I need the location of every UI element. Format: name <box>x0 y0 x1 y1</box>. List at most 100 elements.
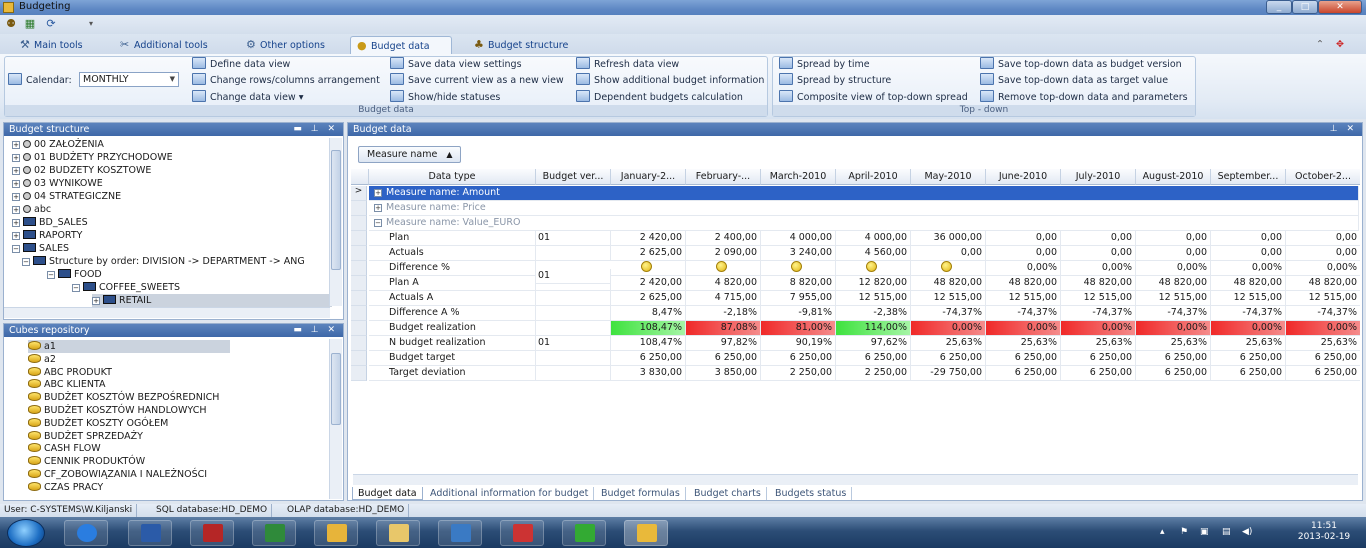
data-cell[interactable]: 6 250,00 <box>611 351 686 366</box>
data-cell[interactable]: 12 820,00 <box>836 276 911 291</box>
data-cell[interactable]: 90,19% <box>761 336 836 351</box>
explorer-taskbar-icon[interactable] <box>376 520 420 546</box>
column-header[interactable]: May-2010 <box>911 169 986 185</box>
data-cell[interactable]: 0,00 <box>1061 246 1136 261</box>
data-cell[interactable]: 97,82% <box>686 336 761 351</box>
scroll-thumb[interactable] <box>331 353 341 425</box>
data-cell[interactable]: 0,00 <box>1211 231 1286 246</box>
row-selector[interactable] <box>351 366 367 381</box>
data-cell[interactable]: 0,00% <box>1286 261 1360 276</box>
column-header[interactable]: April-2010 <box>836 169 911 185</box>
tray-arrow-icon[interactable]: ▴ <box>1160 527 1165 537</box>
data-cell[interactable]: 6 250,00 <box>1136 351 1211 366</box>
data-cell[interactable]: 2 250,00 <box>836 366 911 381</box>
data-cell[interactable]: 3 830,00 <box>611 366 686 381</box>
data-cell[interactable]: -74,37% <box>986 306 1061 321</box>
tree-item[interactable]: +00 ZAŁOŻENIA <box>12 138 104 151</box>
data-cell[interactable]: 25,63% <box>1136 336 1211 351</box>
data-cell[interactable]: 48 820,00 <box>1211 276 1286 291</box>
bottom-tab[interactable]: Budget charts <box>689 487 767 500</box>
data-cell[interactable]: 6 250,00 <box>836 351 911 366</box>
tab-other-options[interactable]: ⚙ Other options <box>240 36 331 54</box>
data-cell[interactable]: -74,37% <box>1211 306 1286 321</box>
save-top-down-target-button[interactable]: Save top-down data as target value <box>980 73 1168 87</box>
data-cell[interactable]: -74,37% <box>911 306 986 321</box>
data-cell[interactable]: 0,00% <box>986 321 1061 336</box>
data-cell[interactable]: 48 820,00 <box>1136 276 1211 291</box>
data-cell[interactable]: 0,00 <box>1136 246 1211 261</box>
column-header[interactable]: January-2... <box>611 169 686 185</box>
bottom-tab[interactable]: Additional information for budget <box>425 487 595 500</box>
data-cell[interactable]: -74,37% <box>1286 306 1360 321</box>
expand-toggle-icon[interactable]: − <box>374 219 382 227</box>
expand-toggle-icon[interactable]: + <box>12 232 20 240</box>
tab-main-tools[interactable]: ⚒ Main tools <box>14 36 89 54</box>
row-selector[interactable] <box>351 216 367 231</box>
vertical-scrollbar[interactable] <box>329 138 342 306</box>
data-cell[interactable]: 25,63% <box>911 336 986 351</box>
tree-item[interactable]: − Structure by order: DIVISION -> DEPARTM… <box>22 255 305 268</box>
data-cell[interactable]: 108,47% <box>611 321 686 336</box>
data-cell[interactable]: 4 820,00 <box>686 276 761 291</box>
data-cell[interactable]: 6 250,00 <box>686 351 761 366</box>
data-cell[interactable] <box>686 261 761 276</box>
data-cell[interactable]: 25,63% <box>1211 336 1286 351</box>
column-header[interactable]: Budget ver... <box>536 169 611 185</box>
data-cell[interactable]: 0,00% <box>986 261 1061 276</box>
tree-item[interactable]: − COFFEE_SWEETS <box>72 281 180 294</box>
column-header[interactable]: March-2010 <box>761 169 836 185</box>
expand-toggle-icon[interactable]: − <box>12 245 20 253</box>
group-row[interactable]: + Measure name: Amount <box>369 186 1359 201</box>
expand-toggle-icon[interactable]: + <box>374 204 382 212</box>
grid-icon[interactable]: ▦ <box>23 18 37 30</box>
data-cell[interactable]: 6 250,00 <box>1286 351 1360 366</box>
data-cell[interactable]: 12 515,00 <box>986 291 1061 306</box>
data-cell[interactable]: 0,00% <box>1211 261 1286 276</box>
measure-name-button[interactable]: Measure name ▲ <box>358 146 461 163</box>
data-cell[interactable]: 8,47% <box>611 306 686 321</box>
calendar-dropdown[interactable]: MONTHLY ▼ <box>79 72 179 87</box>
refresh-icon[interactable]: ⟳ <box>44 18 58 30</box>
tree-item[interactable]: + abc <box>12 203 51 216</box>
panel-controls-icon[interactable]: ▬ ⊥ ✕ <box>293 324 338 337</box>
data-cell[interactable]: 97,62% <box>836 336 911 351</box>
expand-toggle-icon[interactable]: + <box>12 219 20 227</box>
save-view-as-new-button[interactable]: Save current view as a new view <box>390 73 564 87</box>
tree-item[interactable]: + RAPORTY <box>12 229 82 242</box>
data-cell[interactable]: 6 250,00 <box>1061 351 1136 366</box>
data-cell[interactable]: 2 400,00 <box>686 231 761 246</box>
expand-toggle-icon[interactable]: + <box>12 193 20 201</box>
data-cell[interactable]: 114,00% <box>836 321 911 336</box>
expand-toggle-icon[interactable]: + <box>12 167 20 175</box>
data-cell[interactable]: -9,81% <box>761 306 836 321</box>
cube-item[interactable]: ABC KLIENTA <box>28 378 106 391</box>
data-cell[interactable]: 6 250,00 <box>1211 366 1286 381</box>
users-icon[interactable]: ⚉ <box>4 18 18 30</box>
data-cell[interactable]: 0,00% <box>1061 261 1136 276</box>
bottom-tab[interactable]: Budget formulas <box>596 487 686 500</box>
data-cell[interactable]: 25,63% <box>986 336 1061 351</box>
horizontal-scrollbar[interactable] <box>4 307 330 318</box>
data-cell[interactable]: 7 955,00 <box>761 291 836 306</box>
save-data-view-settings-button[interactable]: Save data view settings <box>390 57 522 71</box>
row-selector[interactable] <box>351 351 367 366</box>
tree-item[interactable]: + BD_SALES <box>12 216 88 229</box>
row-selector[interactable]: > <box>351 186 367 201</box>
remove-top-down-button[interactable]: Remove top-down data and parameters <box>980 90 1188 104</box>
dependent-budgets-button[interactable]: Dependent budgets calculation <box>576 90 743 104</box>
cube-item[interactable]: a1 <box>28 340 230 353</box>
data-cell[interactable]: 48 820,00 <box>911 276 986 291</box>
tree-item[interactable]: + RETAIL <box>92 294 332 307</box>
data-cell[interactable]: 2 420,00 <box>611 231 686 246</box>
cube-item[interactable]: BUDŻET KOSZTY OGÓŁEM <box>28 417 168 430</box>
ie-taskbar-icon[interactable] <box>64 520 108 546</box>
group-row[interactable]: − Measure name: Value_EURO <box>369 216 1359 231</box>
column-header[interactable]: September... <box>1211 169 1286 185</box>
row-selector[interactable] <box>351 231 367 246</box>
cube-item[interactable]: CASH FLOW <box>28 442 101 455</box>
minimize-button[interactable]: _ <box>1266 0 1292 14</box>
data-cell[interactable]: 25,63% <box>1061 336 1136 351</box>
data-cell[interactable]: 4 560,00 <box>836 246 911 261</box>
data-cell[interactable]: 0,00 <box>1286 246 1360 261</box>
data-cell[interactable]: 2 625,00 <box>611 291 686 306</box>
